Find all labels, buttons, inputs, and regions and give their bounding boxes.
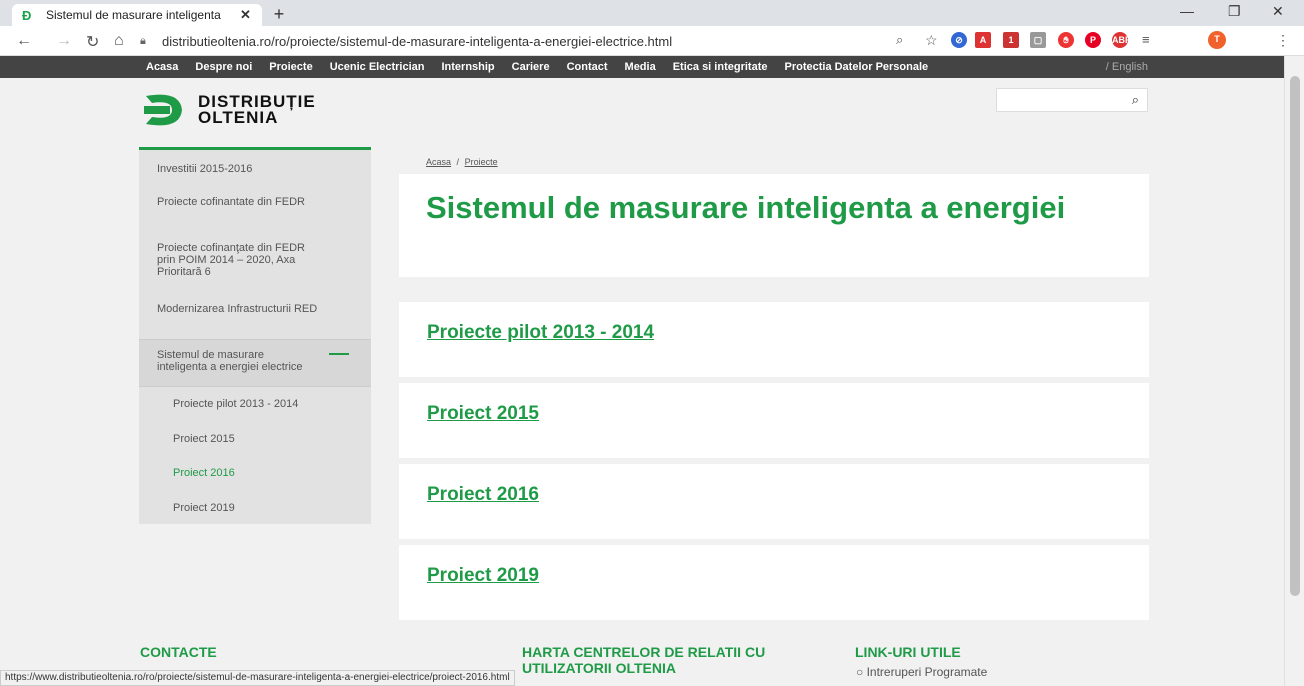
project-card: Proiect 2016 [399,464,1149,539]
breadcrumb-strip: Acasa / Proiecte [399,148,1149,174]
site-logo[interactable]: DISTRIBUȚIE OLTENIA [140,88,316,132]
sidebar-item-sistemul[interactable]: Sistemul de masurare inteligenta a energ… [157,349,317,373]
project-link-2016[interactable]: Proiect 2016 [427,484,539,506]
url-text: distributieoltenia.ro/ro/proiecte/sistem… [162,33,673,49]
bookmark-star-icon[interactable]: ☆ [925,32,938,49]
forward-icon[interactable]: → [56,32,72,50]
footer-link-intreruperi-label: Intreruperi Programate [866,665,988,679]
project-card: Proiecte pilot 2013 - 2014 [399,302,1149,377]
abp-icon[interactable]: ABP [1112,32,1131,48]
translate-extension-icon[interactable]: 1 [1003,32,1019,48]
project-link-2019[interactable]: Proiect 2019 [427,565,539,587]
extension-icon[interactable]: ⊘ [951,32,967,48]
site-main-nav: Acasa Despre noi Proiecte Ucenic Electri… [0,56,1284,78]
search-input[interactable] [997,89,1117,111]
footer-contacte-heading: CONTACTE [140,644,217,660]
footer-link-intreruperi[interactable]: ○ Intreruperi Programate [856,665,987,679]
new-tab-icon[interactable]: + [266,4,292,24]
lock-icon: 🔒︎ [140,34,146,47]
window-close-icon[interactable]: ✕ [1272,3,1284,20]
zoom-icon[interactable]: ⌕ [896,32,903,48]
restore-icon[interactable]: ❐ [1228,3,1241,20]
logo-mark-icon [144,94,182,126]
breadcrumb: Acasa / Proiecte [426,157,498,167]
nav-protectia-datelor[interactable]: Protectia Datelor Personale [784,61,928,73]
profile-avatar[interactable]: T [1208,31,1226,49]
tab-title: Sistemul de masurare inteligenta [46,8,221,22]
browser-tab-bar: Ð Sistemul de masurare inteligenta ✕ + —… [0,0,1304,26]
status-bar-url: https://www.distributieoltenia.ro/ro/pro… [0,670,515,686]
search-icon[interactable]: ⌕ [1132,92,1139,108]
footer-harta-heading[interactable]: HARTA CENTRELOR DE RELATII CU UTILIZATOR… [522,644,782,676]
reload-icon[interactable]: ↻ [86,32,99,52]
sidebar-item-modernizarea[interactable]: Modernizarea Infrastructurii RED [157,303,337,315]
address-bar[interactable]: 🔒︎ distributieoltenia.ro/ro/proiecte/sis… [140,29,900,53]
sidebar-subitem-2015[interactable]: Proiect 2015 [173,433,235,445]
back-icon[interactable]: ← [16,32,32,50]
page-title: Sistemul de masurare inteligenta a energ… [426,190,1066,225]
adblock-hand-icon[interactable]: ✋︎ [1058,32,1074,48]
site-favicon-icon: Ð [22,7,32,23]
footer-linkuri-heading: LINK-URI UTILE [855,644,961,660]
sidebar-item-poim[interactable]: Proiecte cofinanţate din FEDR prin POIM … [157,242,317,278]
scrollbar-thumb[interactable] [1290,76,1300,596]
breadcrumb-proiecte[interactable]: Proiecte [465,157,498,167]
sidebar-item-proiecte-fedr[interactable]: Proiecte cofinantate din FEDR [157,196,337,208]
nav-ucenic-electrician[interactable]: Ucenic Electrician [330,61,425,73]
nav-cariere[interactable]: Cariere [512,61,550,73]
language-english[interactable]: / English [1106,61,1148,73]
sidebar-subitem-pilot[interactable]: Proiecte pilot 2013 - 2014 [173,398,298,410]
project-card: Proiect 2019 [399,545,1149,620]
logo-text: DISTRIBUȚIE OLTENIA [198,93,316,127]
nav-acasa[interactable]: Acasa [146,61,178,73]
nav-contact[interactable]: Contact [567,61,608,73]
reading-list-icon[interactable]: ≡ [1142,32,1150,47]
nav-despre-noi[interactable]: Despre noi [195,61,252,73]
sidebar-subitem-2019[interactable]: Proiect 2019 [173,502,235,514]
extension-icon[interactable]: ▢ [1030,32,1046,48]
browser-tab[interactable]: Ð Sistemul de masurare inteligenta ✕ [12,4,262,26]
logo-line-2: OLTENIA [198,108,279,127]
browser-toolbar: ← → ↻ ⌂ 🔒︎ distributieoltenia.ro/ro/proi… [0,26,1304,56]
project-link-2015[interactable]: Proiect 2015 [427,403,539,425]
nav-media[interactable]: Media [625,61,656,73]
sidebar-nav: Investitii 2015-2016 Proiecte cofinantat… [139,147,371,524]
minimize-icon[interactable]: — [1180,3,1194,19]
nav-etica[interactable]: Etica si integritate [673,61,768,73]
page-scrollbar[interactable] [1284,56,1304,686]
site-search: ⌕ [996,88,1148,112]
page-header: Acasa / Proiecte Sistemul de masurare in… [399,148,1149,277]
sidebar-item-investitii[interactable]: Investitii 2015-2016 [157,163,337,175]
collapse-dash-icon[interactable] [329,353,349,355]
sidebar-subitem-2016[interactable]: Proiect 2016 [173,467,235,479]
home-icon[interactable]: ⌂ [114,32,124,50]
project-card: Proiect 2015 [399,383,1149,458]
menu-kebab-icon[interactable]: ⋮ [1276,32,1290,49]
nav-proiecte[interactable]: Proiecte [269,61,312,73]
tab-close-icon[interactable]: ✕ [240,7,251,23]
pdf-extension-icon[interactable]: A [975,32,991,48]
nav-internship[interactable]: Internship [441,61,494,73]
pinterest-icon[interactable]: P [1085,32,1101,48]
breadcrumb-home[interactable]: Acasa [426,157,451,167]
breadcrumb-separator: / [456,157,460,167]
project-link-pilot[interactable]: Proiecte pilot 2013 - 2014 [427,322,654,344]
